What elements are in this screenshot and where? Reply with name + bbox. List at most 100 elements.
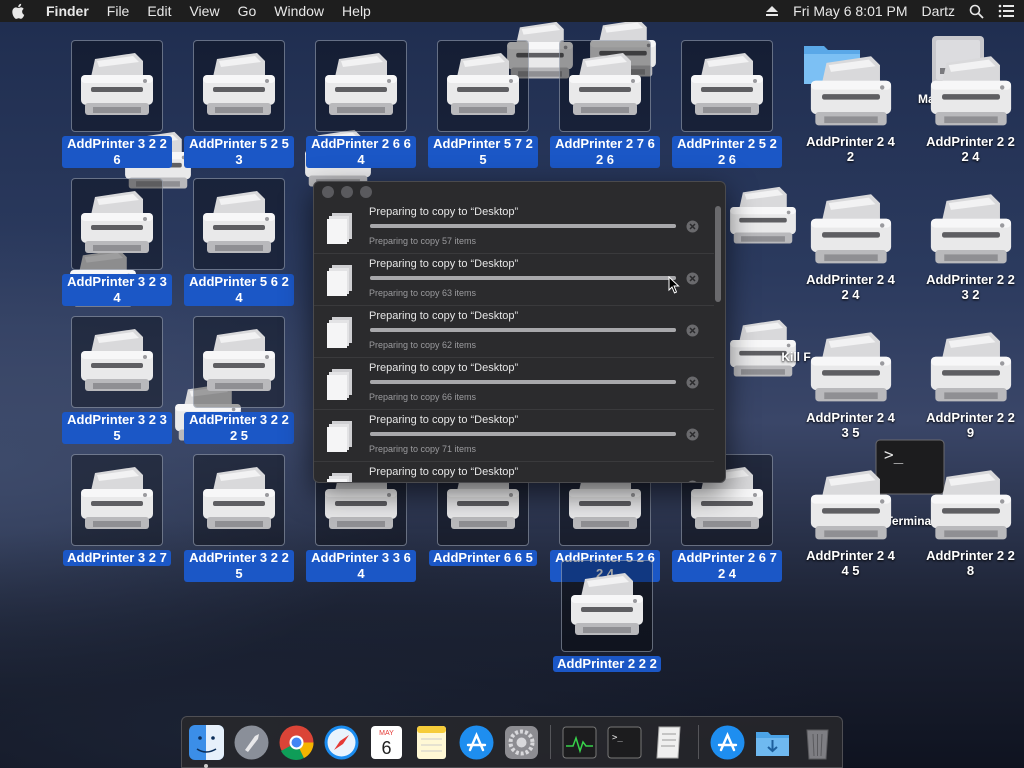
- desktop-icon[interactable]: AddPrinter 2 4 4 5: [803, 468, 898, 578]
- documents-icon: [327, 213, 352, 244]
- desktop-icon-label: AddPrinter 2 6 6 4: [306, 136, 416, 168]
- spotlight-search-icon[interactable]: [969, 4, 984, 19]
- menubar-clock[interactable]: Fri May 6 8:01 PM: [793, 3, 907, 19]
- printer-icon: [926, 468, 1016, 546]
- copy-title: Preparing to copy to “Desktop”: [369, 206, 519, 218]
- dock-trash[interactable]: [799, 724, 836, 761]
- notification-center-icon[interactable]: [998, 4, 1014, 18]
- dock-safari[interactable]: [323, 724, 360, 761]
- dock-terminal[interactable]: >_: [606, 724, 643, 761]
- calendar-day: 6: [381, 738, 391, 758]
- printer-icon: [567, 571, 647, 641]
- launchpad-icon: [234, 725, 269, 759]
- desktop-icon[interactable]: AddPrinter 5 2 5 3: [184, 40, 294, 168]
- menu-view[interactable]: View: [189, 3, 219, 19]
- dock: MAY 6 >_: [181, 716, 843, 768]
- zoom-window-button[interactable]: [360, 186, 372, 198]
- terminal-icon: >_: [607, 726, 642, 758]
- desktop-icon[interactable]: AddPrinter 2 2 3 2: [923, 192, 1018, 302]
- dock-chrome[interactable]: [278, 724, 315, 761]
- copy-operation-row: Preparing to copy to “Desktop” Preparing…: [314, 202, 714, 254]
- menu-window[interactable]: Window: [274, 3, 324, 19]
- minimize-window-button[interactable]: [341, 186, 353, 198]
- dock-app-store-downloads[interactable]: [709, 724, 746, 761]
- dock-finder[interactable]: [188, 724, 225, 768]
- menu-finder[interactable]: Finder: [46, 3, 89, 19]
- dock-notes[interactable]: [413, 724, 450, 761]
- desktop-icon-label: AddPrinter 3 2 3 4: [62, 274, 172, 306]
- copy-progress-window[interactable]: Preparing to copy to “Desktop” Preparing…: [313, 181, 726, 483]
- desktop-icon-label: AddPrinter 3 3 6 4: [306, 550, 416, 582]
- cancel-copy-icon[interactable]: [686, 272, 699, 285]
- dock-separator: [550, 725, 551, 759]
- finder-icon: [189, 724, 224, 760]
- cancel-copy-icon[interactable]: [686, 220, 699, 233]
- desktop-icon[interactable]: AddPrinter 2 2 2 4: [923, 54, 1018, 164]
- copy-progress-fill: [370, 328, 676, 332]
- desktop-icon[interactable]: AddPrinter 2 4 2 4: [803, 192, 898, 302]
- desktop-icon[interactable]: AddPrinter 2 5 2 2 6: [672, 40, 782, 168]
- desktop-icon[interactable]: AddPrinter 2 4 3 5: [803, 330, 898, 440]
- desktop-icon[interactable]: AddPrinter 3 2 2 6: [62, 40, 172, 168]
- apple-menu-icon[interactable]: [10, 2, 28, 20]
- desktop-icon[interactable]: AddPrinter 3 2 2 5: [184, 454, 294, 582]
- dock-calendar[interactable]: MAY 6: [368, 724, 405, 761]
- copy-list-scrollbar[interactable]: [715, 206, 721, 302]
- menu-help[interactable]: Help: [342, 3, 371, 19]
- printer-icon: [199, 189, 279, 259]
- desktop-icon-label: AddPrinter 5 7 2 5: [428, 136, 538, 168]
- desktop-icon[interactable]: AddPrinter 2 2 8: [923, 468, 1018, 578]
- desktop-icon-label: AddPrinter 2 5 2 2 6: [672, 136, 782, 168]
- dock-downloads-folder[interactable]: [754, 724, 791, 761]
- desktop-icon-label: AddPrinter 5 6 2 4: [184, 274, 294, 306]
- desktop-icon-label: AddPrinter 2 2 2 4: [926, 134, 1015, 164]
- cancel-copy-icon[interactable]: [686, 376, 699, 389]
- cancel-copy-icon[interactable]: [686, 428, 699, 441]
- window-titlebar[interactable]: [314, 182, 725, 202]
- dock-system-preferences[interactable]: [503, 724, 540, 761]
- printer-icon: [565, 51, 645, 121]
- copy-operation-row: Preparing to copy to “Desktop” Preparing…: [314, 306, 714, 358]
- menubar-user[interactable]: Dartz: [922, 3, 955, 19]
- copy-operation-row: Preparing to copy to “Desktop” Preparing…: [314, 358, 714, 410]
- desktop-icon[interactable]: AddPrinter 5 6 2 4: [184, 178, 294, 306]
- copy-title: Preparing to copy to “Desktop”: [369, 310, 519, 322]
- copy-progress-fill: [370, 224, 676, 228]
- app-store-icon: [459, 725, 494, 759]
- desktop-icon[interactable]: AddPrinter 2 4 2: [803, 54, 898, 164]
- printer-icon: [926, 192, 1016, 270]
- dock-launchpad[interactable]: [233, 724, 270, 761]
- dock-script-editor[interactable]: [651, 724, 688, 761]
- eject-icon[interactable]: [765, 5, 779, 17]
- desktop-icon-ghost[interactable]: [715, 185, 810, 249]
- desktop-icon[interactable]: AddPrinter 2 7 6 2 6: [550, 40, 660, 168]
- copy-progress-bar: [370, 328, 676, 332]
- desktop-icon[interactable]: AddPrinter 3 2 3 5: [62, 316, 172, 444]
- desktop-icon[interactable]: AddPrinter 3 2 7: [62, 454, 172, 566]
- desktop-icon[interactable]: AddPrinter 5 7 2 5: [428, 40, 538, 168]
- desktop-icon[interactable]: AddPrinter 2 6 6 4: [306, 40, 416, 168]
- close-window-button[interactable]: [322, 186, 334, 198]
- printer-icon: [806, 468, 896, 546]
- safari-icon: [324, 725, 359, 759]
- documents-icon: [327, 473, 352, 482]
- desktop-icon-label: AddPrinter 6 6 5: [429, 550, 537, 566]
- desktop-icon[interactable]: AddPrinter 2 2 9: [923, 330, 1018, 440]
- printer-icon: [77, 51, 157, 121]
- desktop-icon[interactable]: AddPrinter 2 2 2: [552, 560, 662, 672]
- printer-icon: [806, 330, 896, 408]
- printer-icon: [77, 327, 157, 397]
- desktop-icon-label: AddPrinter 3 2 2 6: [62, 136, 172, 168]
- menu-file[interactable]: File: [107, 3, 130, 19]
- trash-icon: [806, 729, 829, 759]
- desktop-icon[interactable]: AddPrinter 3 2 3 4: [62, 178, 172, 306]
- copy-operations-list[interactable]: Preparing to copy to “Desktop” Preparing…: [314, 202, 714, 483]
- cancel-copy-icon[interactable]: [686, 480, 699, 483]
- menu-go[interactable]: Go: [238, 3, 257, 19]
- dock-activity-monitor[interactable]: [561, 724, 598, 761]
- dock-app-store[interactable]: [458, 724, 495, 761]
- cancel-copy-icon[interactable]: [686, 324, 699, 337]
- copy-title: Preparing to copy to “Desktop”: [369, 362, 519, 374]
- menu-edit[interactable]: Edit: [147, 3, 171, 19]
- desktop-icon[interactable]: AddPrinter 3 2 2 2 5: [184, 316, 294, 444]
